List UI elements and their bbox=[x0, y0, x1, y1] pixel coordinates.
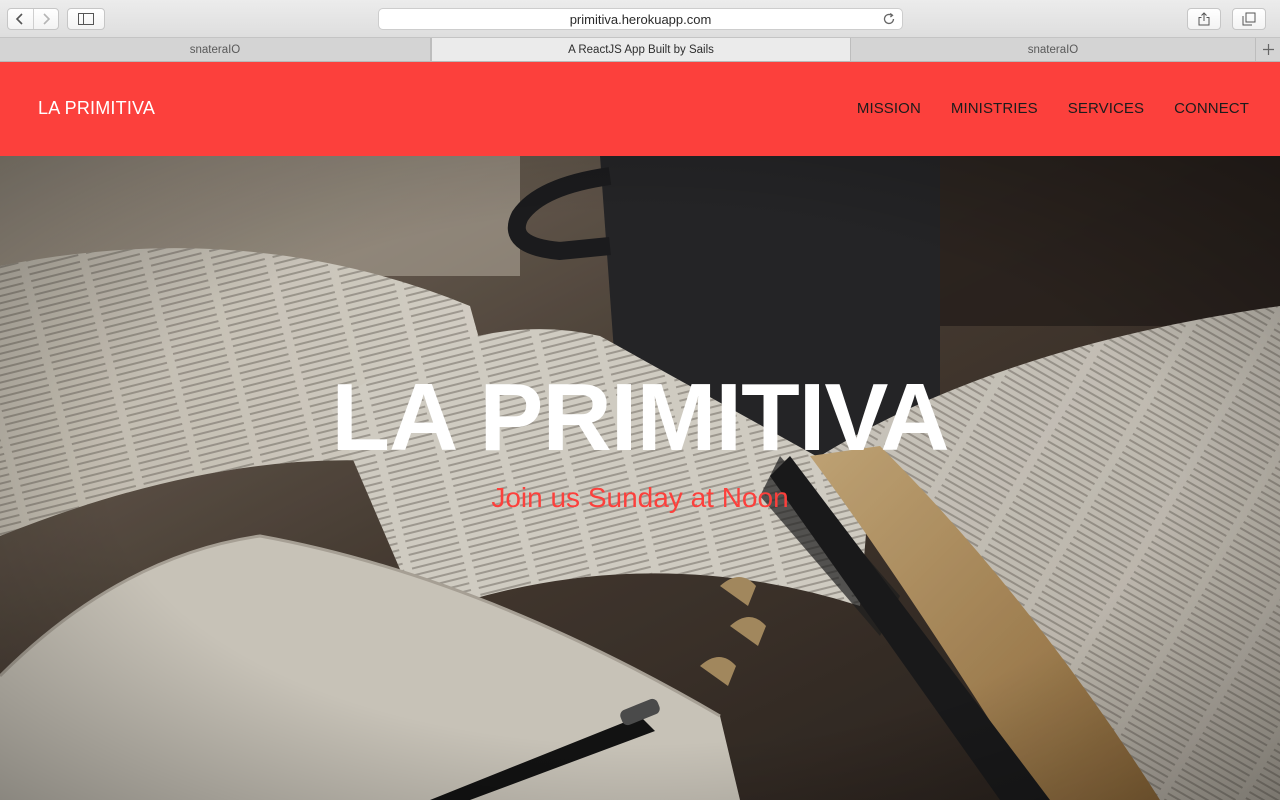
tab-snateraio-2[interactable]: snateraIO bbox=[851, 38, 1256, 61]
hero-title: LA PRIMITIVA bbox=[331, 364, 949, 471]
show-tabs-button[interactable] bbox=[1232, 8, 1266, 30]
hero-subtitle: Join us Sunday at Noon bbox=[491, 482, 789, 513]
chevron-left-icon bbox=[16, 13, 24, 25]
sidebar-button[interactable] bbox=[67, 8, 105, 30]
tab-label: A ReactJS App Built by Sails bbox=[568, 43, 714, 56]
chevron-right-icon bbox=[43, 13, 51, 25]
browser-toolbar: primitiva.herokuapp.com bbox=[0, 0, 1280, 38]
forward-button[interactable] bbox=[32, 9, 58, 29]
sidebar-icon bbox=[78, 13, 94, 25]
hero-section: LA PRIMITIVA Join us Sunday at Noon bbox=[0, 156, 1280, 800]
reload-icon[interactable] bbox=[882, 12, 896, 26]
tab-snateraio-1[interactable]: snateraIO bbox=[0, 38, 431, 61]
hero-background-image bbox=[0, 156, 1280, 800]
site-header: LA PRIMITIVA MISSION MINISTRIES SERVICES… bbox=[0, 62, 1280, 156]
tab-bar: snateraIO A ReactJS App Built by Sails s… bbox=[0, 38, 1280, 62]
nav-connect[interactable]: CONNECT bbox=[1174, 100, 1249, 117]
tab-label: snateraIO bbox=[1027, 43, 1079, 56]
history-nav bbox=[7, 8, 59, 30]
new-tab-button[interactable] bbox=[1257, 38, 1280, 61]
main-nav: MISSION MINISTRIES SERVICES CONNECT bbox=[857, 100, 1249, 117]
share-button[interactable] bbox=[1187, 8, 1221, 30]
nav-services[interactable]: SERVICES bbox=[1068, 100, 1144, 117]
tabs-overview-icon bbox=[1242, 12, 1256, 26]
back-button[interactable] bbox=[8, 9, 33, 29]
plus-icon bbox=[1263, 44, 1274, 55]
address-bar[interactable]: primitiva.herokuapp.com bbox=[378, 8, 903, 30]
tab-active[interactable]: A ReactJS App Built by Sails bbox=[431, 38, 851, 61]
url-text: primitiva.herokuapp.com bbox=[569, 11, 712, 27]
nav-mission[interactable]: MISSION bbox=[857, 100, 921, 117]
tab-label: snateraIO bbox=[189, 43, 241, 56]
share-icon bbox=[1198, 12, 1210, 26]
nav-ministries[interactable]: MINISTRIES bbox=[951, 100, 1038, 117]
site-logo[interactable]: LA PRIMITIVA bbox=[38, 98, 155, 119]
